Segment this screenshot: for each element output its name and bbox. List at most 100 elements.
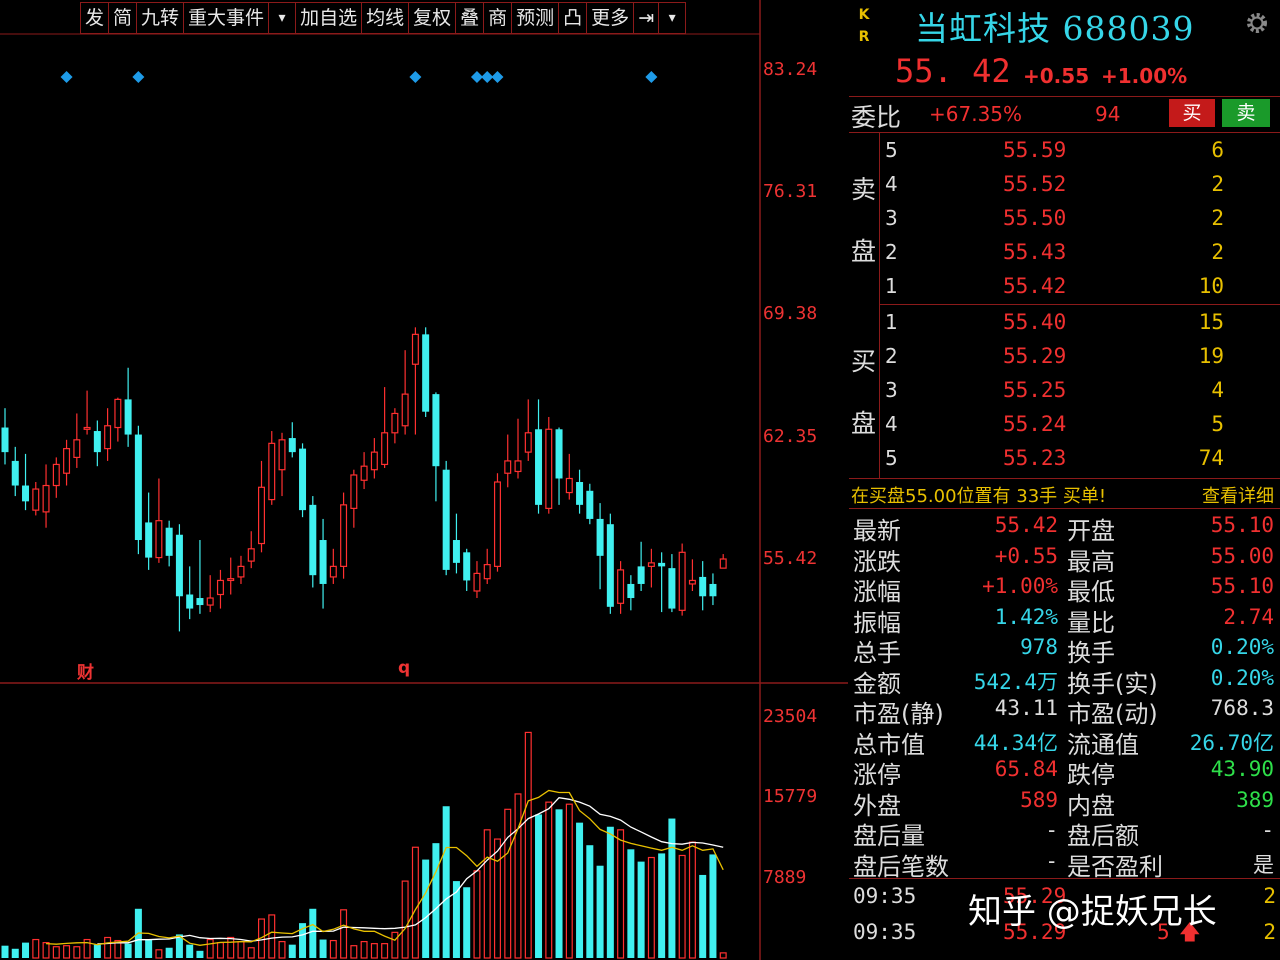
stat-value: 43.90	[1210, 757, 1274, 781]
sell-button[interactable]: 卖	[1222, 99, 1270, 127]
buy-button[interactable]: 买	[1169, 99, 1215, 127]
volume-bar-up	[381, 943, 389, 959]
volume-bar-down	[442, 806, 450, 958]
sell-level-row[interactable]: 5 55.59 6	[849, 134, 1280, 168]
toolbar-button[interactable]: 均线	[361, 2, 410, 34]
signal-diamond-icon	[60, 71, 73, 83]
stat-row: 涨跌 +0.55 最高 55.00	[849, 542, 1280, 576]
sell-level-row[interactable]: 3 55.50 2	[849, 202, 1280, 236]
toolbar-button[interactable]: 复权	[408, 2, 457, 34]
order-volume: 4	[1211, 378, 1224, 402]
order-price: 55.43	[1003, 240, 1067, 264]
toolbar-button[interactable]: 发	[80, 2, 110, 34]
volume-bar-up	[545, 801, 553, 959]
volume-bar-up	[63, 945, 71, 959]
stat-row: 涨停 65.84 跌停 43.90	[849, 755, 1280, 789]
toolbar-button[interactable]: ▾	[658, 2, 687, 34]
stat-value: 0.20%	[1210, 665, 1274, 690]
order-price: 55.29	[1003, 344, 1067, 368]
gear-icon[interactable]	[1244, 10, 1270, 36]
candle-down	[299, 448, 307, 511]
last-price: 55. 42	[895, 52, 1011, 90]
toolbar-button[interactable]: 叠	[455, 2, 485, 34]
stat-value: 26.70亿	[1189, 730, 1274, 755]
volume-bar-up	[268, 914, 276, 959]
candle-down	[165, 527, 173, 556]
stat-label: 盘后笔数	[853, 852, 949, 881]
buy-level-row[interactable]: 4 55.24 5	[849, 408, 1280, 442]
kline-chart-area[interactable]: 发简九转 重大事件 ▾ 加自选 均线 复权叠商预测凸更多 ⇥ ▾ 83.24 76.31 69…	[0, 0, 848, 960]
toolbar-button[interactable]: 预测	[511, 2, 560, 34]
stat-value: 65.84	[994, 757, 1058, 781]
stat-value: 是	[1253, 852, 1274, 877]
order-level: 1	[885, 274, 898, 298]
tick-time: 09:35	[853, 884, 917, 908]
buy-level-row[interactable]: 1 55.40 15	[849, 306, 1280, 340]
volume-bar-up	[483, 829, 491, 959]
order-volume: 2	[1211, 206, 1224, 230]
toolbar-button[interactable]: 九转	[136, 2, 185, 34]
candle-down	[606, 524, 614, 607]
stock-header: K R 当虹科技 688039 55. 42 +0.55 +1.00%	[849, 0, 1280, 97]
toolbar-button[interactable]: ⇥	[633, 2, 660, 34]
stat-row: 外盘 589 内盘 389	[849, 786, 1280, 820]
candle-down	[11, 460, 19, 486]
stat-row: 涨幅 +1.00% 最低 55.10	[849, 572, 1280, 606]
financial-report-marker[interactable]: 财	[77, 658, 94, 683]
toolbar-button[interactable]: 简	[108, 2, 138, 34]
price-change: +0.55	[1023, 64, 1090, 88]
candle-up	[42, 484, 50, 513]
volume-axis-label: 23504	[763, 706, 818, 727]
sell-level-row[interactable]: 1 55.42 10	[849, 270, 1280, 304]
order-ratio-label: 委比	[851, 103, 902, 132]
stat-row: 最新 55.42 开盘 55.10	[849, 511, 1280, 545]
volume-bar-up	[32, 938, 40, 959]
toolbar-button[interactable]: 更多	[586, 2, 635, 34]
order-book-bottom-border	[849, 478, 1280, 479]
stat-value: -	[1045, 848, 1058, 873]
stock-title: 当虹科技 688039	[915, 9, 1195, 48]
candle-up	[114, 398, 122, 429]
volume-bar-up	[617, 829, 625, 959]
candle-up	[73, 439, 81, 459]
candle-down	[442, 469, 450, 570]
volume-bar-up	[104, 936, 112, 959]
buy-level-row[interactable]: 3 55.25 4	[849, 374, 1280, 408]
candle-up	[678, 551, 686, 611]
order-volume: 2	[1211, 172, 1224, 196]
volume-bar-down	[596, 865, 604, 958]
toolbar-button[interactable]: 商	[483, 2, 513, 34]
sell-level-row[interactable]: 2 55.43 2	[849, 236, 1280, 270]
volume-bar-up	[678, 854, 686, 959]
candle-up	[268, 442, 276, 501]
candle-down	[627, 583, 635, 599]
candle-down	[309, 504, 317, 576]
stat-value: +0.55	[994, 543, 1058, 568]
price-axis-label: 62.35	[763, 426, 818, 447]
toolbar-button[interactable]: 重大事件	[183, 2, 270, 34]
toolbar-button[interactable]: ▾	[268, 2, 297, 34]
view-details-link[interactable]: 查看详细	[1202, 482, 1274, 508]
volume-bar-up	[237, 940, 245, 959]
toolbar-button[interactable]: 凸	[558, 2, 588, 34]
candle-up	[360, 465, 368, 481]
price-axis-label: 69.38	[763, 303, 818, 324]
volume-bar-up	[401, 880, 409, 959]
candle-up	[545, 428, 553, 509]
kline-chart[interactable]	[0, 0, 848, 960]
candle-down	[637, 566, 645, 584]
volume-bar-up	[370, 943, 378, 959]
volume-bar-down	[576, 822, 584, 958]
candle-down	[145, 522, 153, 558]
candle-down	[134, 434, 142, 541]
volume-bar-up	[524, 731, 532, 959]
buy-level-row[interactable]: 2 55.29 19	[849, 340, 1280, 374]
volume-bar-up	[514, 793, 522, 959]
sell-level-row[interactable]: 4 55.52 2	[849, 168, 1280, 202]
signal-diamond-icon	[409, 71, 422, 83]
toolbar-button[interactable]: 加自选	[295, 2, 363, 34]
stat-row: 市盈(静) 43.11 市盈(动) 768.3	[849, 694, 1280, 728]
event-marker[interactable]: q	[398, 658, 410, 678]
buy-level-row[interactable]: 5 55.23 74	[849, 442, 1280, 476]
candle-down	[124, 399, 132, 435]
